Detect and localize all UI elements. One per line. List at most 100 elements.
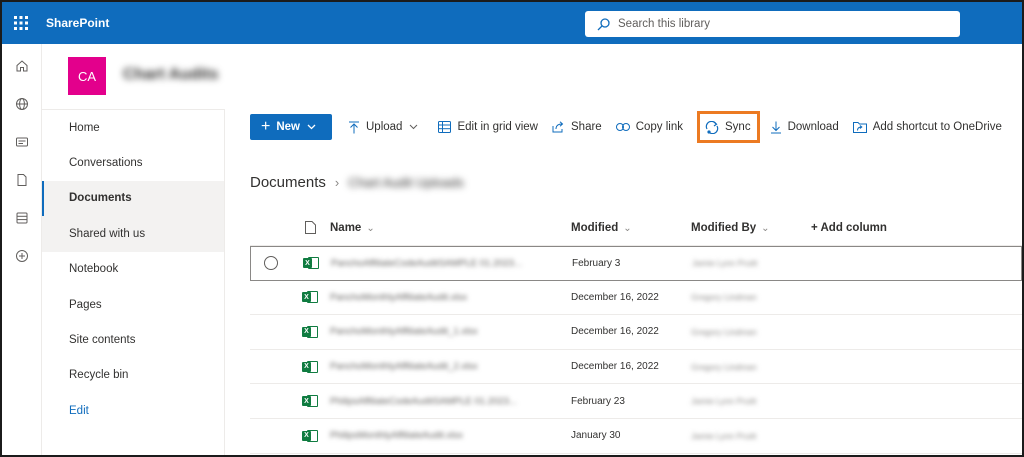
file-row[interactable]: X PanchoMonthlyAffiliateAudit_1.xlsx Dec… [250,315,1022,350]
create-icon [16,250,28,262]
news-icon [16,137,28,147]
rail-sites-button[interactable] [2,85,42,123]
rail-lists-button[interactable] [2,199,42,237]
excel-file-icon: X [302,429,318,443]
search-box[interactable]: Search this library [585,11,960,37]
nav-item-recycle-bin[interactable]: Recycle bin [42,358,224,393]
rail-news-button[interactable] [2,123,42,161]
row-select-radio[interactable] [264,256,278,271]
chevron-down-icon: ⌄ [366,222,375,234]
excel-file-icon: X [302,325,318,339]
excel-file-icon: X [302,290,318,304]
file-modified-by: Gregory Lindman [691,361,757,372]
chevron-down-icon [410,124,418,130]
copy-link-button[interactable]: Copy link [615,112,683,142]
home-icon [16,60,28,72]
upload-icon [349,121,359,133]
command-bar: + New Upload Edit in grid view Share Cop… [224,109,1022,145]
excel-icon-cell: X [290,290,330,304]
file-modified-by: Gregory Lindman [691,292,757,303]
file-modified: December 16, 2022 [571,361,659,373]
file-list-header: Name ⌄ Modified ⌄ Modified By ⌄ + Add colum… [250,210,1022,246]
excel-icon-cell: X [291,256,331,270]
sync-icon [705,120,719,134]
copy-link-label: Copy link [635,121,683,133]
add-shortcut-label: Add shortcut to OneDrive [872,121,1002,133]
file-list: Name ⌄ Modified ⌄ Modified By ⌄ + Add colum… [250,210,1022,454]
download-icon [770,121,781,133]
chevron-down-icon [307,124,316,130]
edit-in-grid-view-button[interactable]: Edit in grid view [438,112,538,142]
site-navigation: Home Conversations Documents Shared with… [42,109,225,455]
suite-bar: SharePoint Search this library [2,2,1022,44]
file-row[interactable]: X PanchoAffiliateCodeAuditSAMPLE 01.2023… [250,246,1022,281]
excel-icon-cell: X [290,360,330,374]
download-button[interactable]: Download [770,112,839,142]
plus-icon: + [261,118,271,135]
rail-home-button[interactable] [2,47,42,85]
file-name[interactable]: PanchoMonthlyAffiliateAudit.xlsx [330,292,571,303]
file-type-icon [304,221,316,234]
globe-icon [16,98,28,110]
file-row[interactable]: X PanchoMonthlyAffiliateAudit_2.xlsx Dec… [250,350,1022,385]
upload-label: Upload [366,121,403,133]
sharepoint-window: SharePoint Search this library CA Chart … [0,0,1024,457]
file-row[interactable]: X PhilipsAffiliateCodeAuditSAMPLE 01.202… [250,384,1022,419]
file-modified: February 23 [571,395,625,407]
shortcut-icon [852,122,867,133]
file-icon [17,174,27,186]
lists-icon [16,212,28,224]
site-logo[interactable]: CA [68,57,106,95]
search-icon [597,17,610,30]
upload-button[interactable]: Upload [348,112,424,142]
row-select-radio-cell[interactable] [251,256,291,271]
file-name[interactable]: PhilipsMonthlyAffiliateAudit.xlsx [330,430,571,441]
nav-item-notebook[interactable]: Notebook [42,252,224,287]
nav-item-conversations[interactable]: Conversations [42,145,224,180]
file-modified-by: Jamie Lynn Pruitt [691,396,757,407]
chevron-right-icon: › [334,175,340,190]
rail-files-button[interactable] [2,161,42,199]
nav-item-home[interactable]: Home [42,110,224,145]
nav-item-site-contents[interactable]: Site contents [42,322,224,357]
file-modified: December 16, 2022 [571,326,659,338]
sync-label: Sync [725,121,751,133]
share-icon [552,121,564,133]
file-row[interactable]: X PhilipsMonthlyAffiliateAudit.xlsx Janu… [250,419,1022,454]
site-title[interactable]: Chart Audits [123,66,218,84]
file-type-header[interactable] [290,221,330,234]
modified-by-column-header[interactable]: Modified By ⌄ [691,222,811,234]
new-button[interactable]: + New [250,114,332,140]
app-rail [2,44,42,455]
nav-edit-link[interactable]: Edit [42,393,224,428]
breadcrumb-documents-link[interactable]: Documents [250,174,326,191]
excel-file-icon: X [303,256,319,270]
file-modified-by: Jamie Lynn Pruitt [692,258,758,269]
app-launcher-button[interactable] [2,2,40,44]
file-modified: January 30 [571,430,621,442]
nav-item-pages[interactable]: Pages [42,287,224,322]
file-modified-by: Gregory Lindman [691,326,757,337]
modified-by-column-label: Modified By [691,221,757,234]
name-column-header[interactable]: Name ⌄ [330,222,571,234]
app-name-link[interactable]: SharePoint [46,16,109,30]
excel-file-icon: X [302,394,318,408]
breadcrumb: Documents › Chart Audit Uploads [250,174,464,191]
file-name[interactable]: PanchoMonthlyAffiliateAudit_1.xlsx [330,326,571,337]
rail-create-button[interactable] [2,237,42,275]
waffle-icon [14,16,28,30]
modified-column-label: Modified [571,221,619,234]
file-row[interactable]: X PanchoMonthlyAffiliateAudit.xlsx Decem… [250,281,1022,316]
sync-button[interactable]: Sync [697,111,760,143]
modified-column-header[interactable]: Modified ⌄ [571,222,691,234]
file-name[interactable]: PhilipsAffiliateCodeAuditSAMPLE 01.2023.… [330,396,571,407]
add-column-button[interactable]: + Add column [811,222,1011,234]
nav-item-shared-with-us[interactable]: Shared with us [42,216,224,252]
add-shortcut-to-onedrive-button[interactable]: Add shortcut to OneDrive [852,112,1002,142]
nav-item-documents[interactable]: Documents [42,180,224,217]
file-name[interactable]: PanchoMonthlyAffiliateAudit_2.xlsx [330,361,571,372]
share-button[interactable]: Share [552,112,602,142]
file-name[interactable]: PanchoAffiliateCodeAuditSAMPLE 01.2023..… [331,258,572,269]
breadcrumb-current-folder: Chart Audit Uploads [348,175,464,190]
chevron-down-icon: ⌄ [761,222,770,234]
